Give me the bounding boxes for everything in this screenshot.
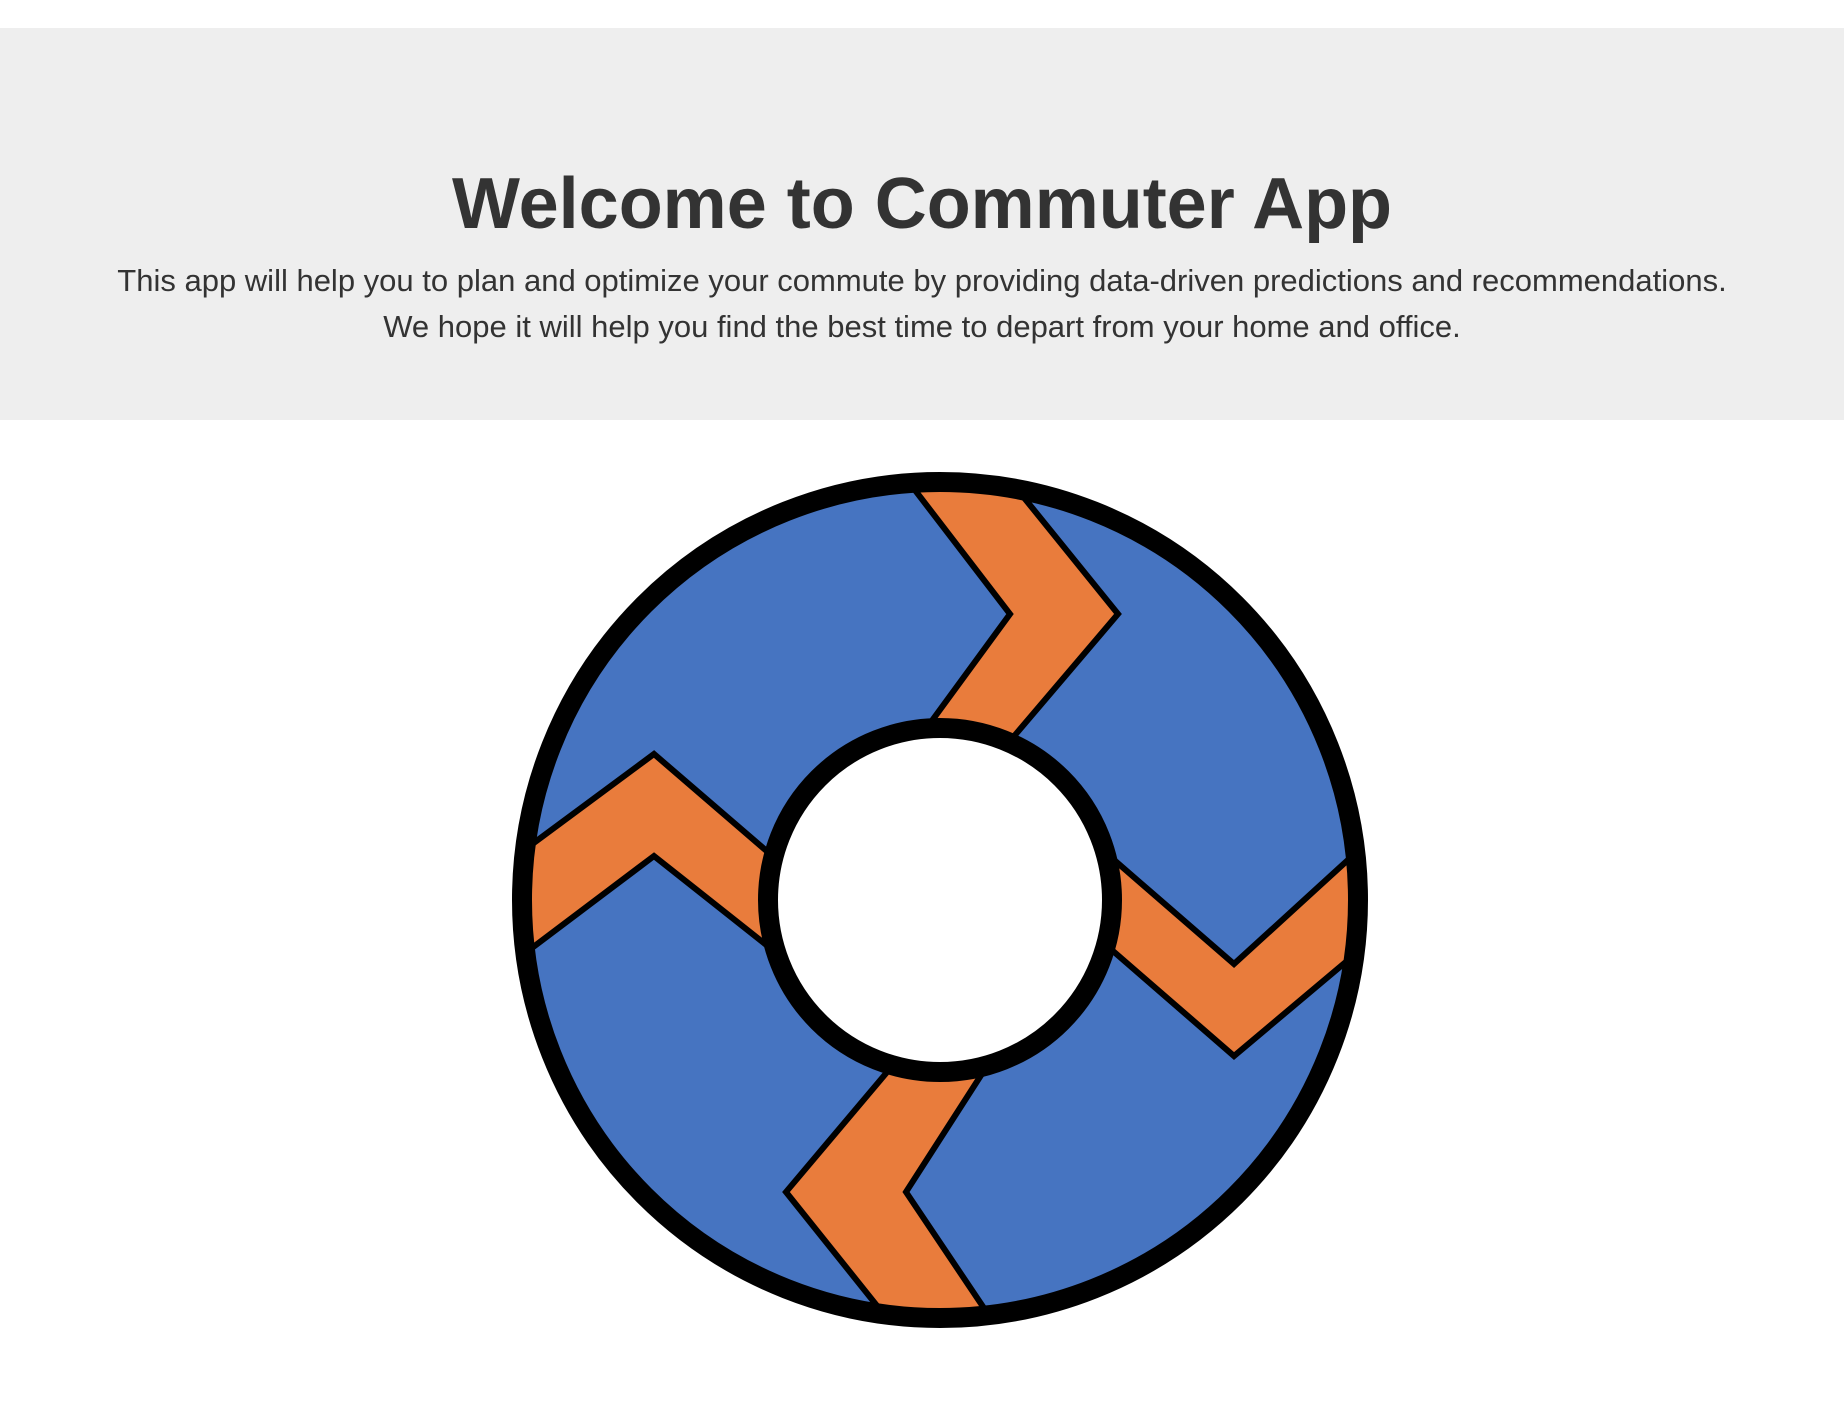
commuter-app-logo-icon: [508, 468, 1372, 1332]
logo-center-hole: [758, 718, 1122, 1082]
intro-line-2: We hope it will help you find the best t…: [383, 309, 1461, 344]
page-title: Welcome to Commuter App: [451, 164, 1393, 244]
intro-line-1: This app will help you to plan and optim…: [117, 263, 1727, 298]
intro-text: This app will help you to plan and optim…: [42, 258, 1802, 350]
jumbotron-header: Welcome to Commuter App This app will he…: [0, 28, 1844, 420]
